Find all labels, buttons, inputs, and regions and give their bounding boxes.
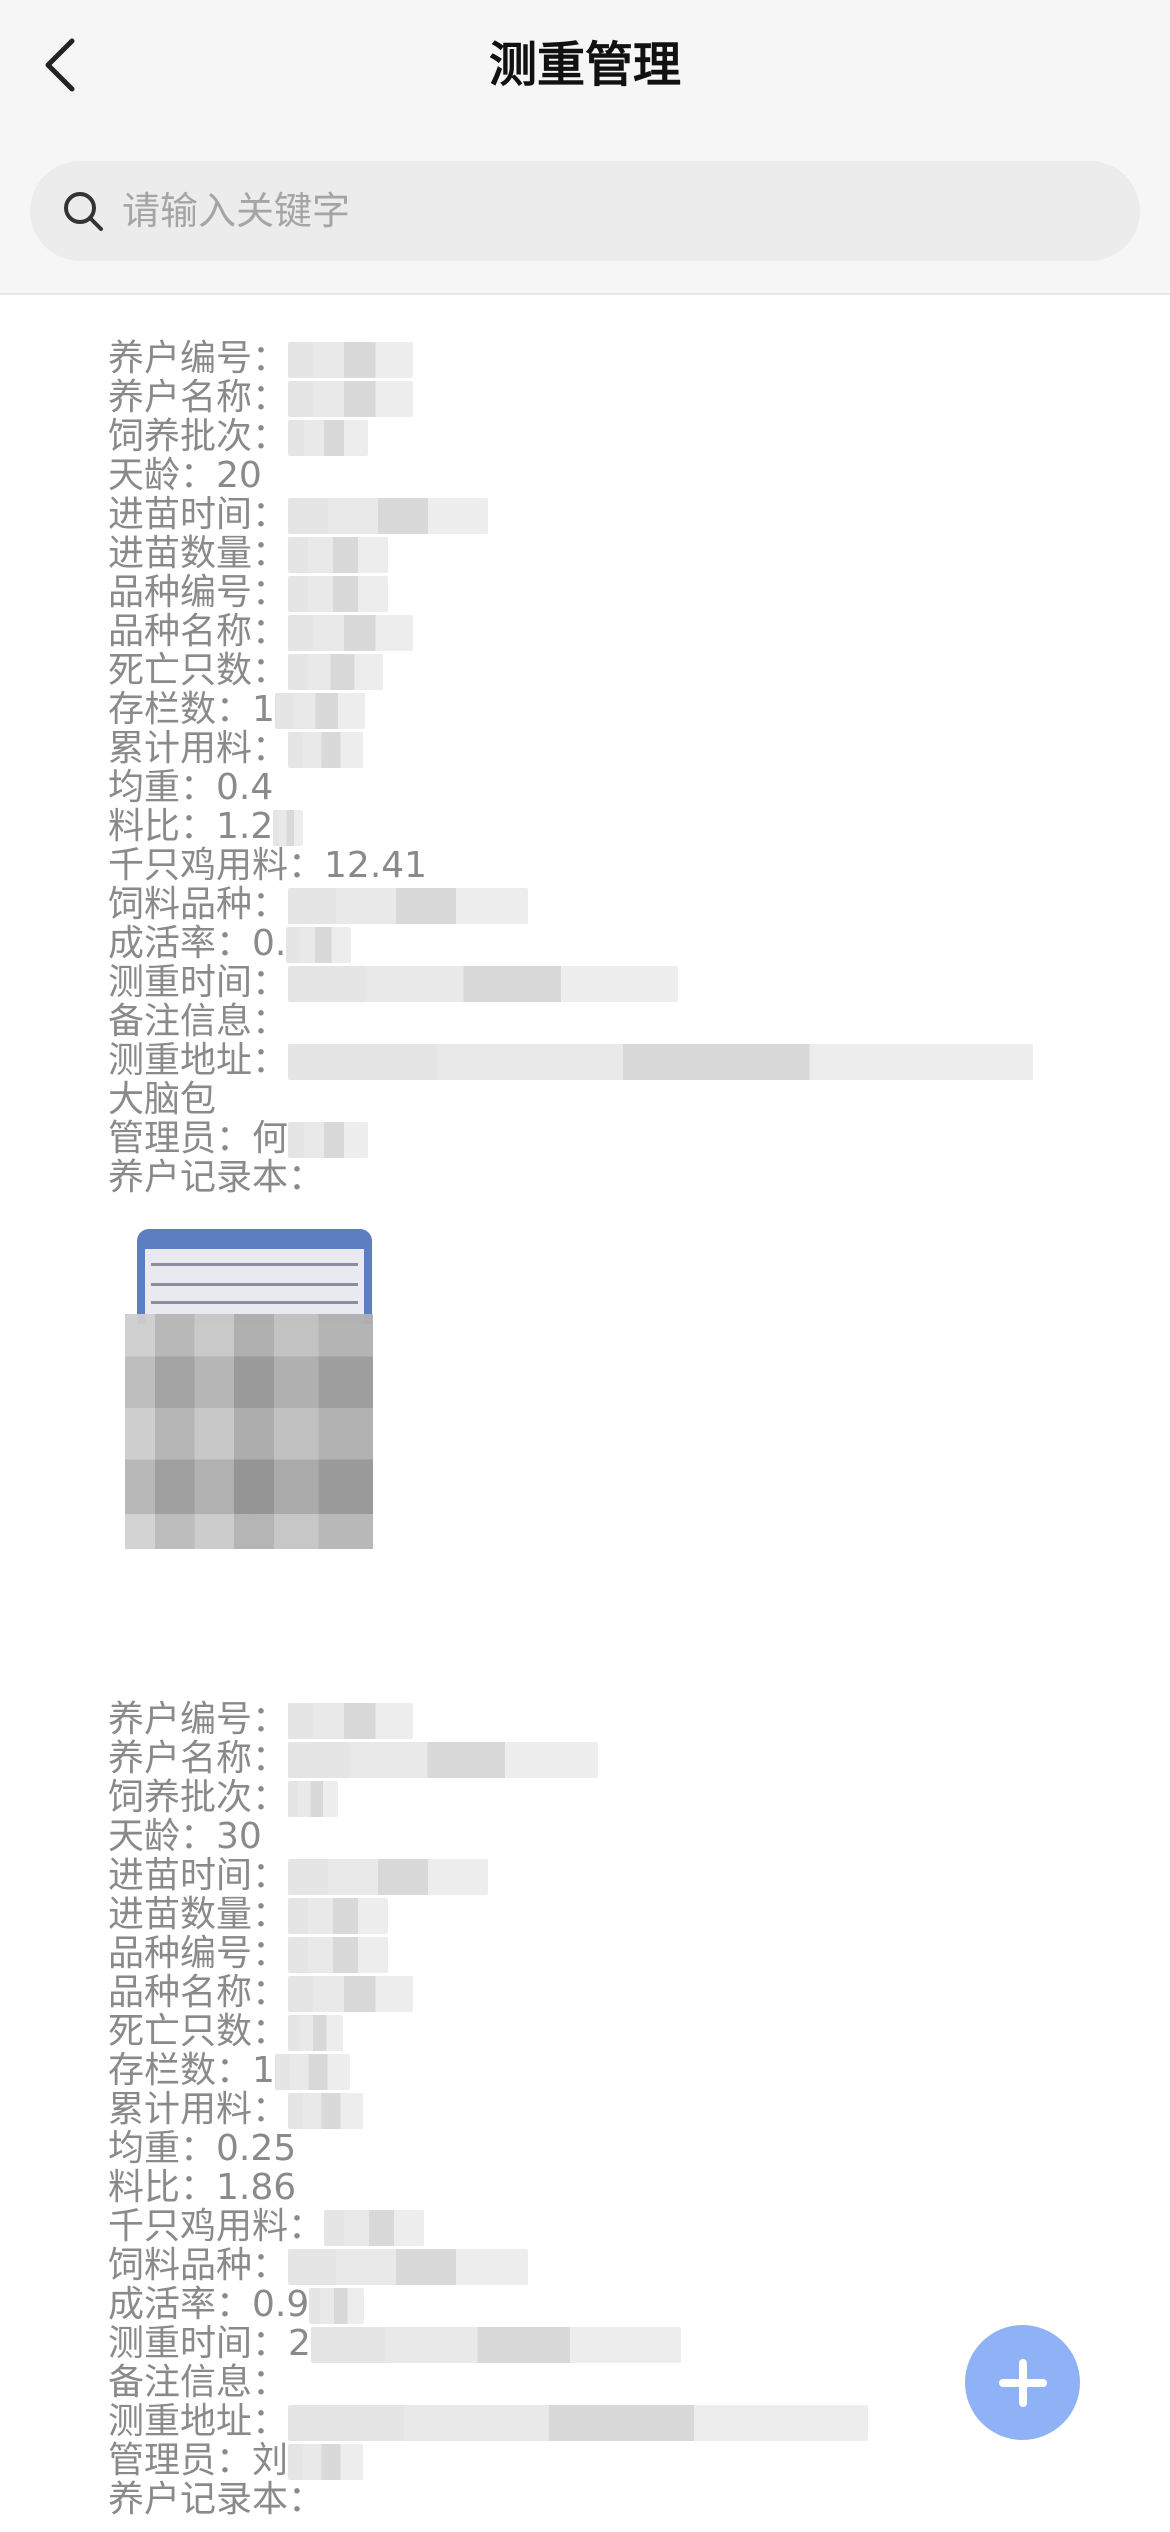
record-book-row: 养户记录本： (108, 2479, 325, 2520)
intake-qty-row: 进苗数量： (108, 534, 1108, 573)
farm-no-row: 养户编号： (108, 339, 1108, 378)
remark-row: 备注信息： (108, 1001, 289, 1042)
stock-row: 存栏数：1 (108, 2051, 1108, 2090)
redacted-value (288, 381, 414, 417)
feed-variety-row: 饲料品种： (108, 2246, 1108, 2285)
batch-row: 饲养批次： (108, 417, 1108, 456)
redacted-value (288, 1703, 414, 1739)
list-item[interactable]: 养户编号： 养户名称： 饲养批次： 天龄：20 进苗时间： 进苗数量： 品种编号… (108, 339, 1108, 1197)
redacted-value (288, 1898, 389, 1934)
per-thousand-row: 千只鸡用料：12.41 (108, 845, 428, 886)
intake-time-row: 进苗时间： (108, 495, 1108, 534)
record-list: 养户编号： 养户名称： 饲养批次： 天龄：20 进苗时间： 进苗数量： 品种编号… (0, 296, 1170, 2532)
farm-no-row: 养户编号： (108, 1700, 1108, 1739)
farm-name-row: 养户名称： (108, 378, 1108, 417)
redacted-image-overlay (125, 1314, 373, 1549)
admin-row: 管理员：何 (108, 1119, 1108, 1158)
redacted-value (274, 693, 365, 729)
redacted-value (288, 2249, 529, 2285)
redacted-value (288, 342, 414, 378)
breed-name-row: 品种名称： (108, 1973, 1108, 2012)
redacted-value (288, 576, 389, 612)
address-row: 测重地址： (108, 2402, 1108, 2441)
intake-time-row: 进苗时间： (108, 1856, 1108, 1895)
redacted-value (286, 927, 352, 963)
weigh-time-row: 测重时间：2 (108, 2324, 1108, 2363)
feed-ratio-row: 料比：1.2 (108, 807, 1108, 846)
redacted-value (288, 420, 369, 456)
batch-row: 饲养批次： (108, 1778, 1108, 1817)
avg-weight-row: 均重：0.25 (108, 2128, 297, 2169)
address-row: 测重地址： (108, 1041, 1108, 1080)
redacted-value (288, 537, 389, 573)
search-icon (58, 186, 108, 236)
redacted-value (273, 810, 304, 846)
feed-variety-row: 饲料品种： (108, 885, 1108, 924)
record-book-row: 养户记录本： (108, 1157, 325, 1198)
redacted-value (324, 2210, 425, 2246)
survival-row: 成活率：0. (108, 924, 1108, 963)
death-row: 死亡只数： (108, 2012, 1108, 2051)
death-row: 死亡只数： (108, 651, 1108, 690)
search-input[interactable] (120, 188, 1084, 234)
remark-row: 备注信息： (108, 2362, 289, 2403)
breed-no-row: 品种编号： (108, 573, 1108, 612)
search-bar[interactable] (30, 161, 1140, 261)
redacted-value (288, 2444, 364, 2480)
breed-name-row: 品种名称： (108, 612, 1108, 651)
add-button[interactable] (965, 2325, 1080, 2440)
redacted-value (288, 1937, 389, 1973)
farm-name-row: 养户名称： (108, 1739, 1108, 1778)
redacted-value (288, 966, 679, 1002)
weigh-time-row: 测重时间： (108, 963, 1108, 1002)
redacted-value (288, 888, 529, 924)
feed-total-row: 累计用料： (108, 2090, 1108, 2129)
redacted-value (288, 1781, 339, 1817)
plus-icon (998, 2358, 1047, 2407)
redacted-value (288, 1044, 1034, 1080)
redacted-value (288, 1976, 414, 2012)
redacted-value (288, 2405, 869, 2441)
feed-ratio-row: 料比：1.86 (108, 2167, 297, 2208)
age-row: 天龄：30 (108, 1816, 262, 1857)
redacted-value (288, 1859, 489, 1895)
list-item[interactable]: 养户编号： 养户名称： 饲养批次： 天龄：30 进苗时间： 进苗数量： 品种编号… (108, 1700, 1108, 2519)
record-book-image (137, 1229, 372, 1324)
top-header: 测重管理 (0, 0, 1170, 295)
survival-row: 成活率：0.9 (108, 2285, 1108, 2324)
breed-no-row: 品种编号： (108, 1934, 1108, 1973)
redacted-value (288, 2093, 364, 2129)
feed-total-row: 累计用料： (108, 729, 1108, 768)
redacted-value (288, 654, 384, 690)
avg-weight-row: 均重：0.4 (108, 767, 274, 808)
redacted-value (288, 2015, 344, 2051)
redacted-value (310, 2327, 681, 2363)
stock-row: 存栏数：1 (108, 690, 1108, 729)
redacted-value (274, 2054, 350, 2090)
redacted-value (288, 615, 414, 651)
redacted-value (288, 1742, 599, 1778)
page-title: 测重管理 (488, 37, 681, 93)
admin-row: 管理员：刘 (108, 2441, 1108, 2480)
redacted-value (288, 732, 364, 768)
redacted-value (309, 2288, 365, 2324)
intake-qty-row: 进苗数量： (108, 1895, 1108, 1934)
age-row: 天龄：20 (108, 455, 262, 496)
record-book-photo[interactable] (125, 1229, 375, 1549)
redacted-value (288, 1122, 369, 1158)
address-continued: 大脑包 (108, 1079, 217, 1120)
per-thousand-row: 千只鸡用料： (108, 2207, 1108, 2246)
redacted-value (288, 498, 489, 534)
